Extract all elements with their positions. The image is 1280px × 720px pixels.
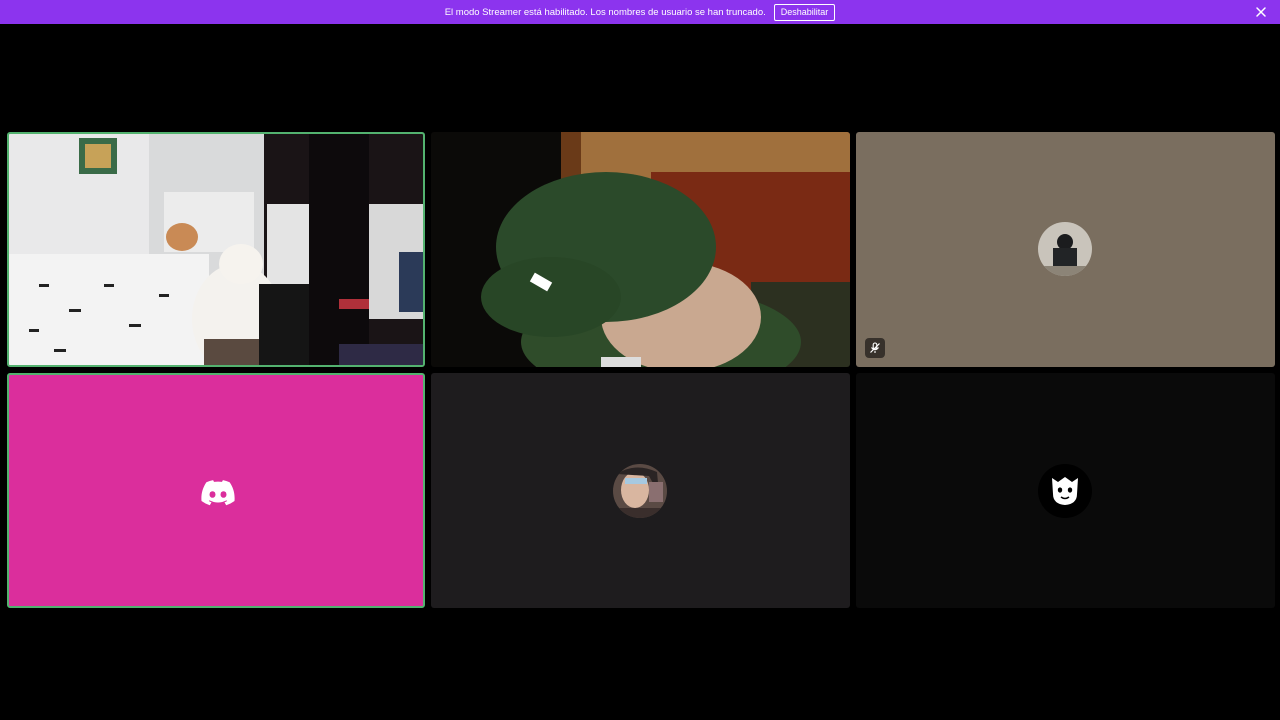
microphone-muted-badge [865, 338, 885, 358]
participant-avatar-3 [1038, 222, 1092, 276]
participant-avatar-6 [1038, 464, 1092, 518]
ghost-icon [1052, 477, 1078, 505]
streamer-mode-banner: El modo Streamer está habilitado. Los no… [0, 0, 1280, 24]
close-icon[interactable] [1255, 6, 1267, 18]
discord-logo-icon [201, 480, 235, 506]
participant-video-tile-2[interactable] [431, 132, 850, 367]
participant-avatar-tile-3[interactable] [856, 132, 1275, 367]
participant-avatar-5 [613, 464, 667, 518]
participant-avatar-tile-5[interactable] [431, 373, 850, 608]
participant-avatar-tile-4[interactable] [7, 373, 425, 608]
participant-video-1 [9, 134, 423, 365]
streamer-mode-message: El modo Streamer está habilitado. Los no… [444, 6, 766, 18]
disable-streamer-mode-button[interactable]: Deshabilitar [773, 3, 836, 21]
microphone-muted-icon [870, 342, 880, 353]
participant-avatar-tile-6[interactable] [856, 373, 1275, 608]
participant-video-2 [431, 132, 850, 367]
participant-video-tile-1[interactable] [7, 132, 425, 367]
